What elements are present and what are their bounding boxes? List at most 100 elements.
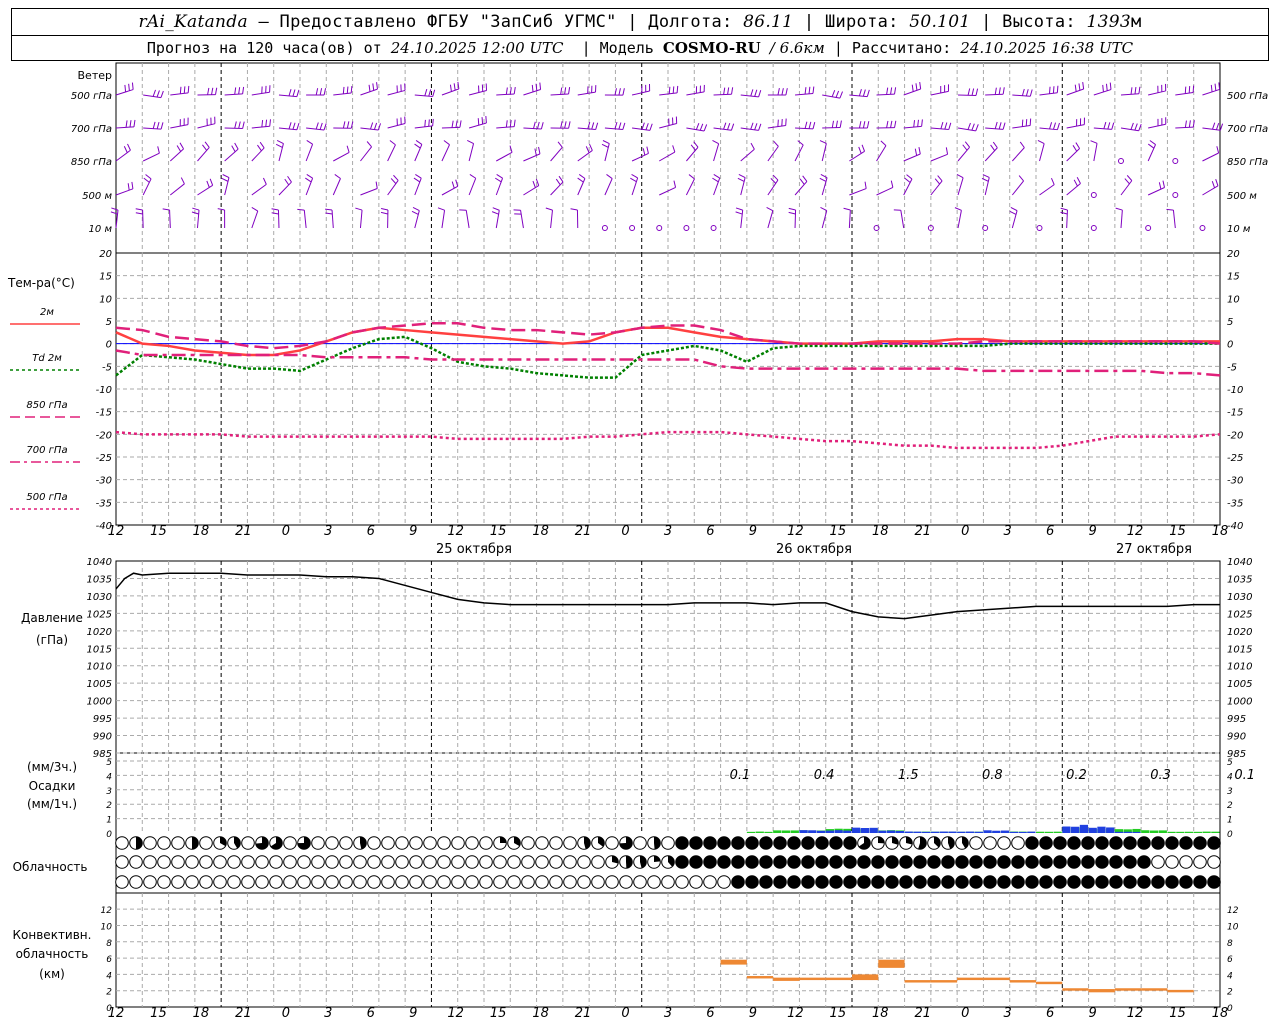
cloud-symbol [227, 855, 241, 869]
wind-barb-feather [323, 88, 327, 96]
pres-tick-left: 995 [93, 714, 112, 725]
wind-barb-feather [355, 207, 363, 211]
cloud-symbol [311, 875, 325, 889]
wind-barb-feather [1215, 123, 1220, 130]
wind-barb-feather [1002, 122, 1006, 130]
wind-barb-feather [676, 85, 679, 93]
wind-barb-feather [127, 183, 130, 191]
wind-barb [1120, 93, 1139, 96]
wind-barb-feather [839, 91, 843, 99]
wind-barb-feather [275, 143, 283, 148]
pres-tick-right: 1035 [1227, 574, 1252, 585]
wind-barb [1120, 210, 1123, 229]
hour-tick-label: 12 [787, 1006, 804, 1021]
wind-barb-feather [693, 141, 699, 148]
wind-barb [520, 210, 524, 229]
wind-barb-feather [712, 139, 719, 145]
temp-tick-right: -20 [1227, 430, 1243, 441]
wind-barb-feather [350, 86, 353, 94]
conv-tick-right: 2 [1227, 988, 1233, 998]
wind-barb [1066, 183, 1081, 196]
cloud-cover [115, 836, 1221, 889]
precip-tick-left: 2 [106, 801, 112, 811]
precip-tick-right: 3 [1227, 787, 1233, 797]
cloud-symbol [969, 836, 983, 850]
wind-level-label-left: 850 гПа [71, 157, 112, 168]
wind-barb [1066, 209, 1068, 229]
wind-barb-feather [981, 177, 989, 182]
precip-tick-right: 5 [1227, 758, 1233, 768]
wind-barb [1039, 143, 1045, 162]
wind-barb-feather [911, 84, 914, 92]
conv-tick-left: 8 [106, 939, 112, 949]
legend-label: Td 2м [32, 353, 62, 364]
precip-bar [1044, 831, 1054, 833]
wind-barb [1093, 143, 1098, 162]
wind-barb-feather [915, 83, 918, 91]
wind-barb-feather [376, 82, 378, 90]
wind-barb [170, 183, 185, 196]
legend-label: 700 гПа [26, 445, 67, 456]
hour-tick-label: 15 [490, 524, 507, 539]
cloud-symbol-fill [815, 875, 829, 889]
wind-barb [441, 126, 460, 129]
wind-barb-feather [564, 87, 567, 95]
wind-barb-feather [788, 207, 796, 211]
cloud-symbol [493, 855, 507, 869]
hour-tick-label: 3 [324, 524, 332, 539]
wind-barb-feather [723, 122, 727, 130]
cloud-symbol [241, 875, 255, 889]
wind-barb [985, 93, 1004, 96]
cloud-symbol [269, 855, 283, 869]
hour-tick-label: 6 [1046, 1006, 1054, 1021]
wind-barb-feather [1060, 207, 1068, 211]
cloud-symbol-fill [1193, 836, 1207, 850]
wind-barb-feather [346, 86, 349, 94]
cloud-symbol-fill [703, 836, 717, 850]
wind-barb-feather [334, 174, 341, 179]
wind-barb [224, 93, 243, 96]
wind-barb [197, 184, 213, 196]
cloud-symbol-fill [1179, 836, 1193, 850]
cloud-symbol [549, 855, 563, 869]
wind-barb [659, 186, 676, 196]
wind-barb [903, 153, 921, 162]
temp-tick-left: 0 [106, 340, 112, 351]
wind-barb-feather [1060, 211, 1068, 215]
temp-tick-left: -5 [102, 362, 112, 373]
wind-barb-feather [773, 140, 779, 147]
cloud-symbol [409, 875, 423, 889]
wind-barb-feather [641, 122, 645, 130]
pres-tick-left: 1035 [87, 574, 112, 585]
cloud-symbol [465, 836, 479, 850]
wind-barb [278, 94, 297, 98]
date-label: 27 октября [1116, 542, 1192, 557]
temp-tick-left: -10 [96, 385, 112, 396]
cloud-symbol [367, 836, 381, 850]
hour-tick-label: 9 [409, 1006, 417, 1021]
precip-bar [1141, 830, 1150, 833]
cloud-symbol-fill [885, 855, 899, 869]
wind-barb-feather [730, 123, 735, 131]
wind-barb [1012, 94, 1031, 97]
wind-barb [795, 127, 814, 130]
cloud-symbol [1011, 836, 1025, 850]
wind-barb-feather [913, 120, 916, 128]
cloud-symbol [325, 875, 339, 889]
wind-barb-feather [1103, 121, 1107, 129]
cloud-symbol-fill [1025, 836, 1039, 850]
wind-barb-feather [494, 177, 502, 183]
wind-level-label-left: 500 гПа [71, 91, 112, 102]
cloud-symbol [157, 875, 171, 889]
precip-bar [957, 831, 966, 833]
cloud-symbol [213, 875, 227, 889]
cloud-symbol-fill [1053, 855, 1067, 869]
wind-barb-feather [944, 122, 948, 130]
wind-barb [305, 144, 314, 162]
wind-barb-feather [964, 141, 970, 148]
precip-bar [746, 831, 756, 833]
wind-barb [1148, 90, 1166, 96]
wind-barb-feather [1090, 140, 1098, 144]
wind-barb-feather [1021, 88, 1025, 96]
wind-barb-feather [723, 87, 726, 95]
